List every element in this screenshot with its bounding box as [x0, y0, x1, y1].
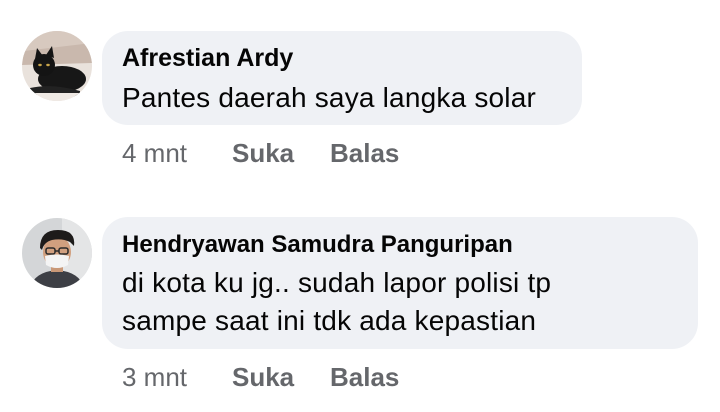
like-button[interactable]: Suka — [232, 138, 294, 169]
comment-timestamp[interactable]: 3 mnt — [122, 362, 187, 393]
masked-person-avatar-icon — [22, 218, 92, 288]
comment-text-line: sampe saat ini tdk ada kepastian — [122, 305, 537, 336]
like-button[interactable]: Suka — [232, 362, 294, 393]
reply-button[interactable]: Balas — [330, 362, 399, 393]
comment-author[interactable]: Hendryawan Samudra Panguripan — [122, 231, 513, 259]
comment-bubble: Afrestian Ardy Pantes daerah saya langka… — [102, 31, 582, 125]
black-cat-avatar-icon — [22, 31, 92, 101]
comment-text-line: di kota ku jg.. sudah lapor polisi tp — [122, 267, 552, 298]
comment-author[interactable]: Afrestian Ardy — [122, 44, 293, 73]
comment-timestamp[interactable]: 4 mnt — [122, 138, 187, 169]
comment-bubble: Hendryawan Samudra Panguripan di kota ku… — [102, 217, 698, 349]
comment-text-line: Pantes daerah saya langka solar — [122, 82, 537, 113]
avatar[interactable] — [22, 218, 92, 288]
reply-button[interactable]: Balas — [330, 138, 399, 169]
avatar[interactable] — [22, 31, 92, 101]
